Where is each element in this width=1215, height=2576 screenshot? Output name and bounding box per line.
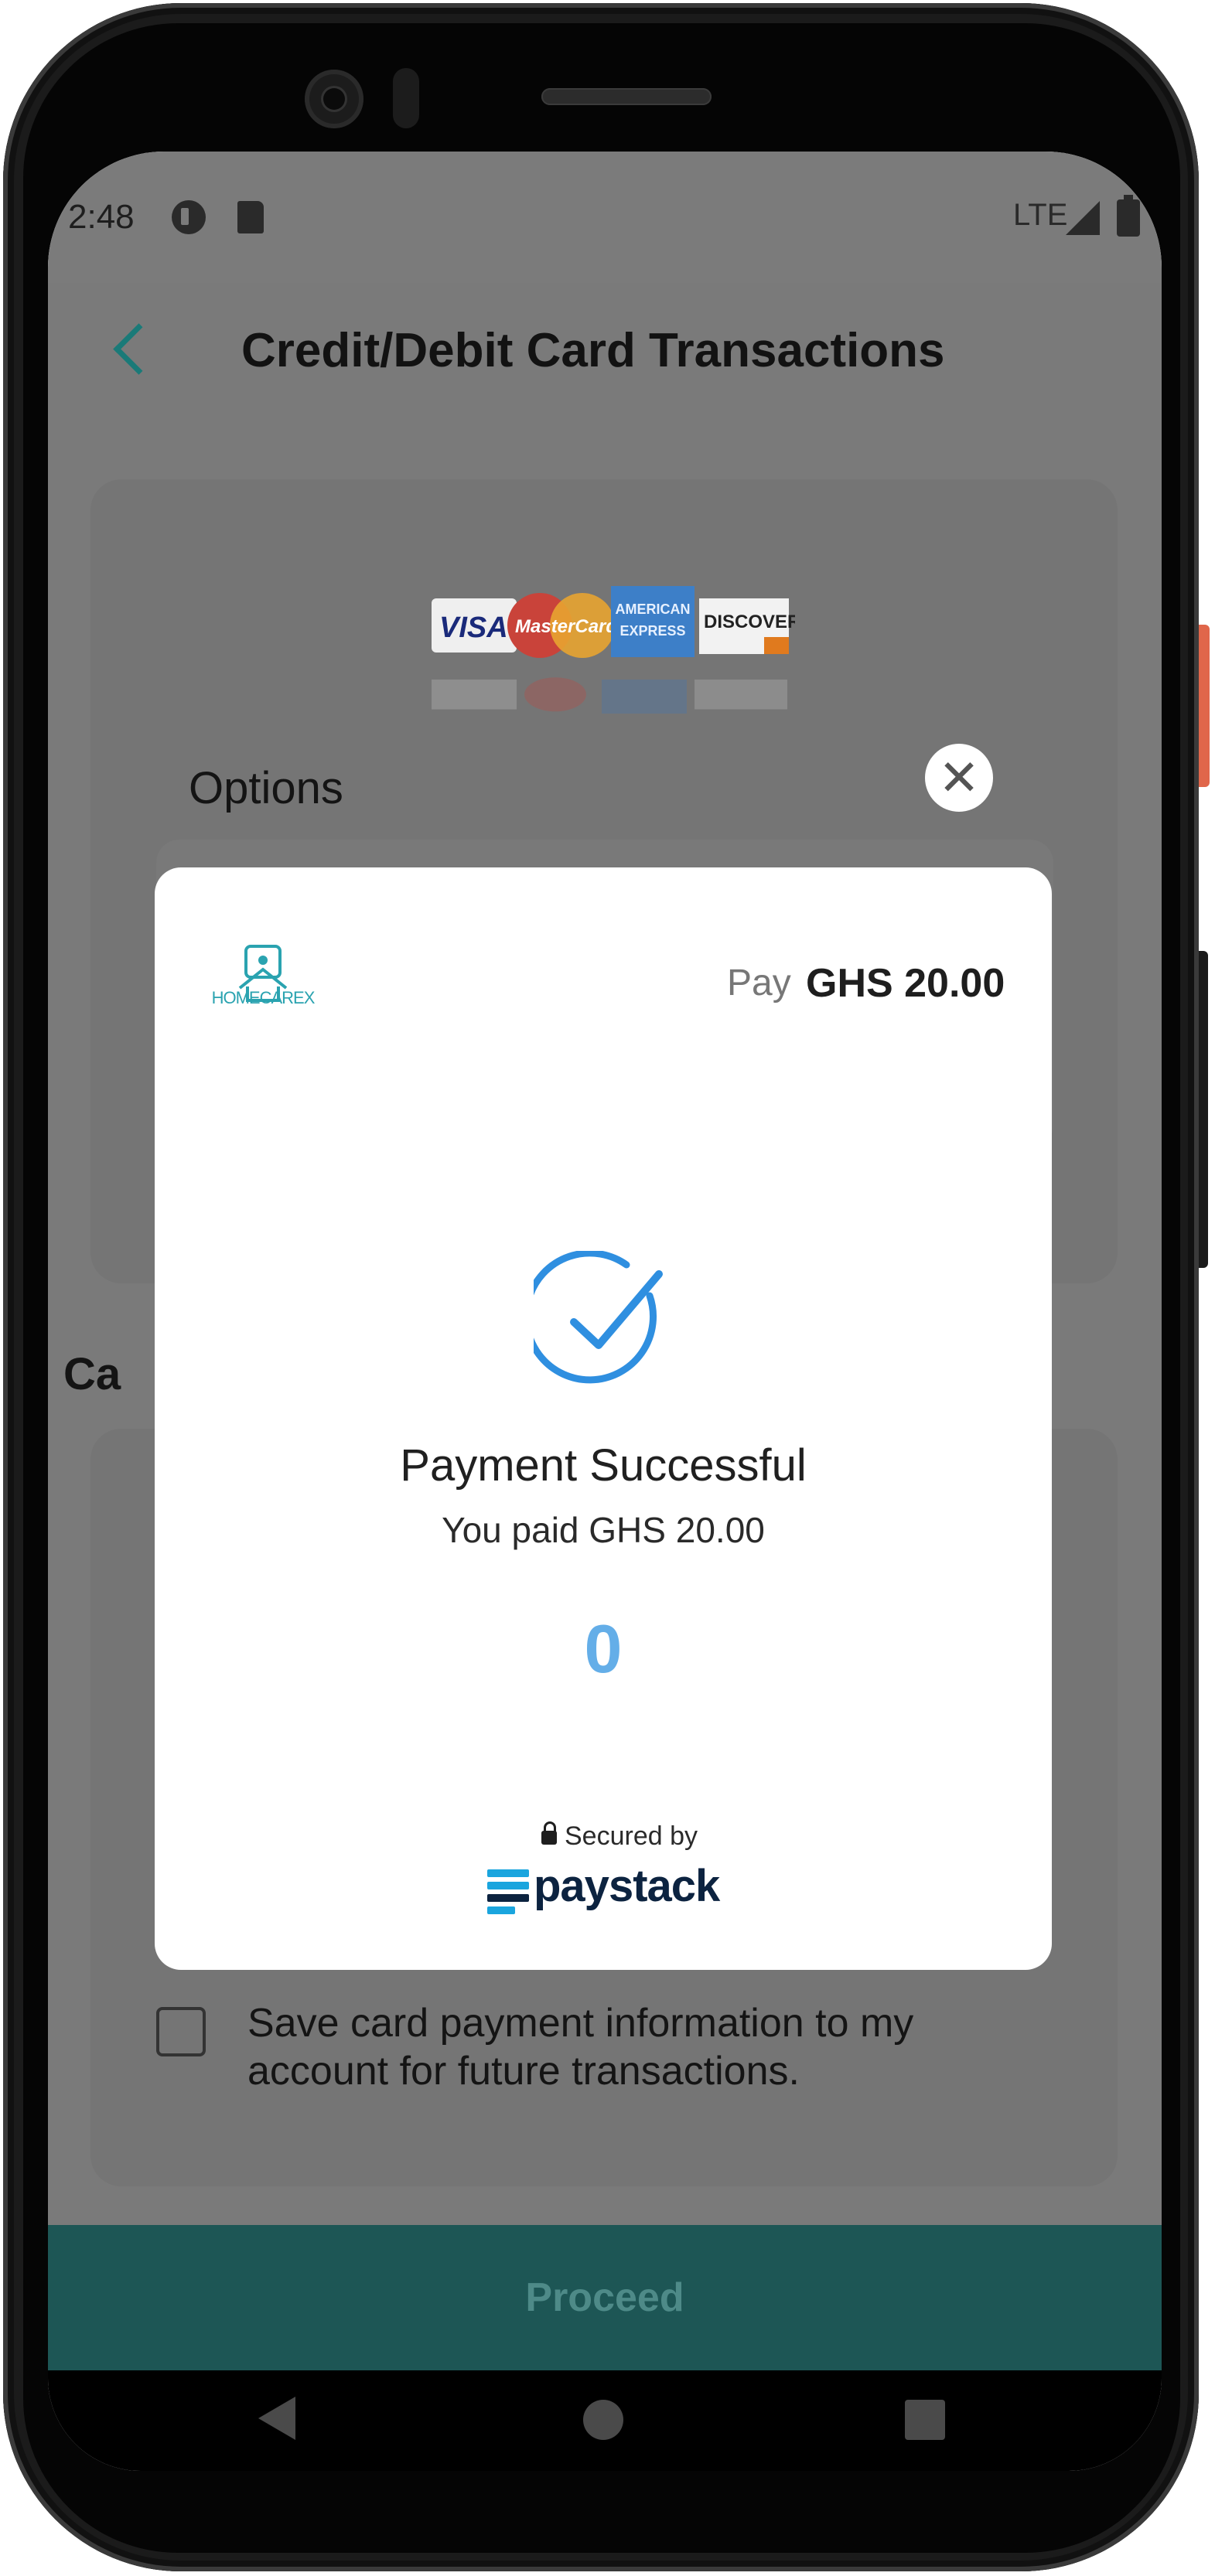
payment-modal: HOMECAREX Pay GHS 20.00 Payment Successf… xyxy=(155,867,1052,1970)
close-icon: ✕ xyxy=(938,750,980,806)
proceed-button-label: Proceed xyxy=(525,2275,684,2320)
secured-by-label: Secured by xyxy=(565,1821,698,1851)
volume-button xyxy=(1199,951,1208,1268)
nav-recents-icon[interactable] xyxy=(905,2400,945,2440)
pay-label: Pay xyxy=(727,963,791,1003)
amex-logo-text: AMERICAN xyxy=(616,601,691,617)
payment-status-message: You paid GHS 20.00 xyxy=(442,1510,765,1550)
pay-amount: GHS 20.00 xyxy=(806,961,1005,1006)
earpiece-speaker xyxy=(541,88,712,105)
paystack-logo-icon xyxy=(487,1869,529,1914)
save-card-label: Save card payment information to my acco… xyxy=(247,2001,914,2094)
close-modal-button[interactable]: ✕ xyxy=(925,744,993,812)
signal-icon xyxy=(1066,201,1100,235)
device-screen: 2:48 LTE Credit/Debit Card Transactions … xyxy=(48,152,1162,2471)
options-label: Options xyxy=(189,763,343,813)
paystack-wordmark: paystack xyxy=(534,1861,720,1911)
card-section-label: Ca xyxy=(63,1349,121,1399)
discover-logo-text: DISCOVER xyxy=(704,612,795,632)
sd-card-icon xyxy=(237,201,264,233)
payment-status-title: Payment Successful xyxy=(400,1440,807,1491)
save-card-checkbox[interactable] xyxy=(156,2007,206,2056)
card-brands-image: VISA MasterCard AMERICAN EXPRESS DISCOVE… xyxy=(432,586,795,714)
power-button xyxy=(1199,625,1210,787)
status-bar xyxy=(48,152,1162,283)
lock-icon xyxy=(541,1821,557,1845)
data-saver-icon xyxy=(172,200,206,234)
page-title: Credit/Debit Card Transactions xyxy=(241,324,945,377)
countdown-number: 0 xyxy=(584,1610,623,1687)
mastercard-logo-text: MasterCard xyxy=(515,616,618,637)
merchant-name: HOMECAREX xyxy=(211,988,316,1007)
front-camera xyxy=(305,70,363,128)
battery-icon xyxy=(1117,195,1140,237)
svg-text:EXPRESS: EXPRESS xyxy=(619,623,685,639)
status-time: 2:48 xyxy=(68,198,135,236)
proximity-sensor xyxy=(393,68,419,128)
visa-logo-text: VISA xyxy=(439,612,508,644)
nav-home-icon[interactable] xyxy=(583,2400,623,2440)
success-check-icon xyxy=(534,1251,663,1384)
nav-back-icon[interactable] xyxy=(258,2397,295,2440)
network-type: LTE xyxy=(1013,198,1068,232)
